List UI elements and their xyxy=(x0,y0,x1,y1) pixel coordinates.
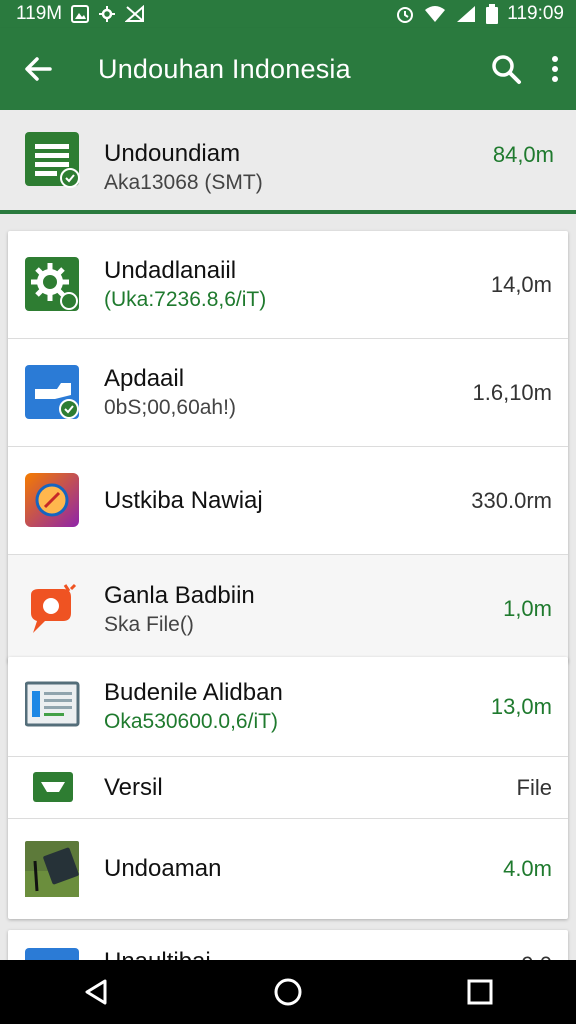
alarm-icon xyxy=(395,4,415,24)
featured-sub: Aka13068 (SMT) xyxy=(104,171,263,194)
item-size: File xyxy=(516,774,552,800)
list-item[interactable]: Ustkiba Nawiaj 330.0rm xyxy=(8,447,568,555)
battery-icon xyxy=(486,4,499,24)
system-nav-bar xyxy=(0,960,576,1024)
document-window-icon xyxy=(24,679,81,735)
item-name: Ganla Badbiin xyxy=(104,581,255,609)
item-sub: Ska File() xyxy=(104,612,194,636)
item-name: Budenile Alidban xyxy=(104,679,283,706)
item-name: Apdaail xyxy=(104,365,185,392)
featured-name: Undoundiam xyxy=(104,140,241,167)
featured-row[interactable]: Undoundiam Aka13068 (SMT) 84,0m xyxy=(0,110,576,210)
status-bar: 119M 119:09 xyxy=(0,0,576,28)
featured-download[interactable]: Undoundiam Aka13068 (SMT) 84,0m xyxy=(0,110,576,214)
signal-off-icon xyxy=(125,5,145,23)
more-vert-icon[interactable] xyxy=(550,54,560,84)
item-name: Undadlanaiil xyxy=(104,257,237,284)
item-size: 4.0m xyxy=(503,856,552,881)
spreadsheet-icon xyxy=(25,132,81,188)
item-size: 1,0m xyxy=(503,596,552,621)
item-size: 14,0m xyxy=(490,271,552,297)
search-icon[interactable] xyxy=(490,53,522,85)
status-time-right: 119:09 xyxy=(507,3,564,24)
blue-app-icon xyxy=(25,364,81,421)
chat-bubble-icon xyxy=(25,581,81,637)
list-item[interactable]: Undadlanaiil (Uka:7236.8,6/iT) 14,0m xyxy=(8,231,568,339)
item-name: Versil xyxy=(104,773,163,801)
recents-square-icon[interactable] xyxy=(450,967,510,1017)
photo-thumbnail-icon xyxy=(25,841,81,897)
list-item[interactable]: Undoaman 4.0m xyxy=(8,819,568,919)
item-size: 330.0rm xyxy=(471,487,552,513)
app-bar: Undouhan Indonesia xyxy=(0,28,576,110)
item-sub: Oka530600.0,6/iT) xyxy=(104,710,278,733)
wifi-icon xyxy=(424,5,446,23)
status-time-left: 119M xyxy=(16,3,63,24)
back-arrow-icon[interactable] xyxy=(22,53,54,85)
download-list-group-2: Budenile Alidban Oka530600.0,6/iT) 13,0m… xyxy=(8,657,568,919)
settings-notification-icon xyxy=(98,5,116,23)
list-item[interactable]: Budenile Alidban Oka530600.0,6/iT) 13,0m xyxy=(8,657,568,757)
page-title: Undouhan Indonesia xyxy=(98,53,351,84)
back-triangle-icon[interactable] xyxy=(66,967,126,1017)
list-item[interactable]: Versil File xyxy=(8,757,568,819)
home-circle-icon[interactable] xyxy=(258,967,318,1017)
item-sub: (Uka:7236.8,6/iT) xyxy=(104,288,267,311)
list-item[interactable]: Ganla Badbiin Ska File() 1,0m xyxy=(8,555,568,663)
gradient-app-icon xyxy=(25,472,81,529)
featured-size: 84,0m xyxy=(492,142,554,167)
green-folder-icon xyxy=(25,768,81,808)
item-name: Ustkiba Nawiaj xyxy=(104,486,263,514)
settings-gear-icon xyxy=(25,256,81,313)
item-size: 1.6,10m xyxy=(472,379,553,405)
item-name: Undoaman xyxy=(104,855,222,882)
item-sub: 0bS;00,60ah!) xyxy=(104,396,236,419)
list-item[interactable]: Apdaail 0bS;00,60ah!) 1.6,10m xyxy=(8,339,568,447)
cell-signal-icon xyxy=(455,5,477,23)
download-list-group-1: Undadlanaiil (Uka:7236.8,6/iT) 14,0m Apd… xyxy=(8,231,568,663)
image-notification-icon xyxy=(71,5,90,23)
item-size: 13,0m xyxy=(490,693,552,719)
